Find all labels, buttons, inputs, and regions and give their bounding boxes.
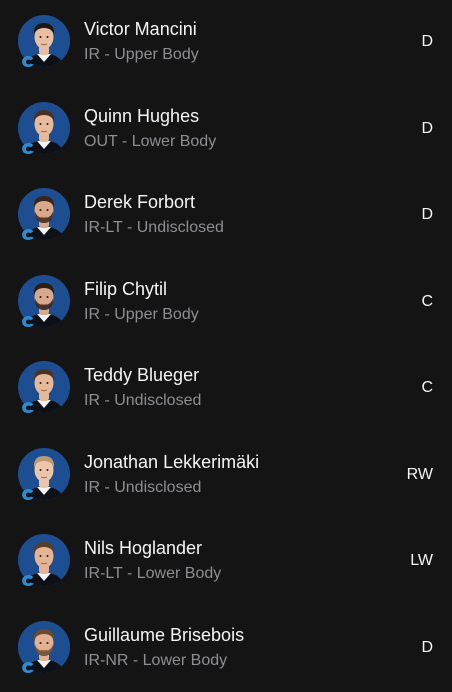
canucks-logo-icon: [22, 575, 34, 587]
canucks-logo-icon: [22, 488, 34, 500]
player-headshot-icon: [18, 15, 70, 68]
player-name: Filip Chytil: [84, 278, 168, 299]
player-name: Derek Forbort: [84, 192, 196, 212]
player-headshot-icon: [18, 361, 70, 414]
player-headshot-icon: [18, 620, 70, 673]
player-position: LW: [410, 552, 433, 569]
player-name: Quinn Hughes: [84, 105, 200, 126]
injury-status: IR - Undisclosed: [84, 392, 202, 409]
player-row[interactable]: Quinn Hughes OUT - Lower Body D: [0, 87, 452, 173]
injury-status: IR - Upper Body: [84, 305, 199, 323]
injury-status: IR - Upper Body: [84, 46, 199, 63]
player-name: Jonathan Lekkerimäki: [84, 451, 260, 472]
player-headshot-icon: [18, 101, 70, 154]
canucks-logo-icon: [22, 142, 34, 154]
injury-list: Victor Mancini IR - Upper Body D Quinn H…: [0, 0, 452, 680]
injury-status: IR-LT - Undisclosed: [84, 219, 224, 236]
player-headshot-icon: [18, 274, 70, 327]
player-position: C: [421, 292, 433, 310]
player-headshot-icon: [18, 447, 70, 500]
canucks-logo-icon: [22, 229, 34, 241]
player-headshot-icon: [18, 188, 70, 241]
canucks-logo-icon: [22, 56, 34, 68]
player-position: RW: [406, 465, 433, 483]
canucks-logo-icon: [22, 661, 34, 673]
injury-status: IR-LT - Lower Body: [84, 565, 222, 582]
player-position: D: [421, 119, 433, 137]
injury-status: IR - Undisclosed: [84, 478, 202, 496]
player-name: Teddy Blueger: [84, 365, 200, 385]
player-headshot-icon: [18, 534, 70, 587]
player-row[interactable]: Guillaume Brisebois IR-NR - Lower Body D: [0, 606, 452, 692]
player-row[interactable]: Nils Hoglander IR-LT - Lower Body LW: [0, 519, 452, 605]
player-name: Nils Hoglander: [84, 538, 203, 558]
player-position: D: [421, 206, 433, 223]
canucks-logo-icon: [22, 315, 34, 327]
player-position: D: [421, 33, 433, 50]
injury-status: OUT - Lower Body: [84, 132, 217, 150]
player-position: D: [421, 638, 433, 656]
player-row[interactable]: Victor Mancini IR - Upper Body D: [0, 0, 452, 86]
player-position: C: [421, 379, 433, 396]
canucks-logo-icon: [22, 402, 34, 414]
player-row[interactable]: Derek Forbort IR-LT - Undisclosed D: [0, 173, 452, 259]
player-row[interactable]: Teddy Blueger IR - Undisclosed C: [0, 346, 452, 432]
injury-status: IR-NR - Lower Body: [84, 651, 228, 669]
player-name: Victor Mancini: [84, 19, 197, 39]
player-name: Guillaume Brisebois: [84, 624, 245, 645]
player-row[interactable]: Filip Chytil IR - Upper Body C: [0, 260, 452, 346]
player-row[interactable]: Jonathan Lekkerimäki IR - Undisclosed RW: [0, 433, 452, 519]
